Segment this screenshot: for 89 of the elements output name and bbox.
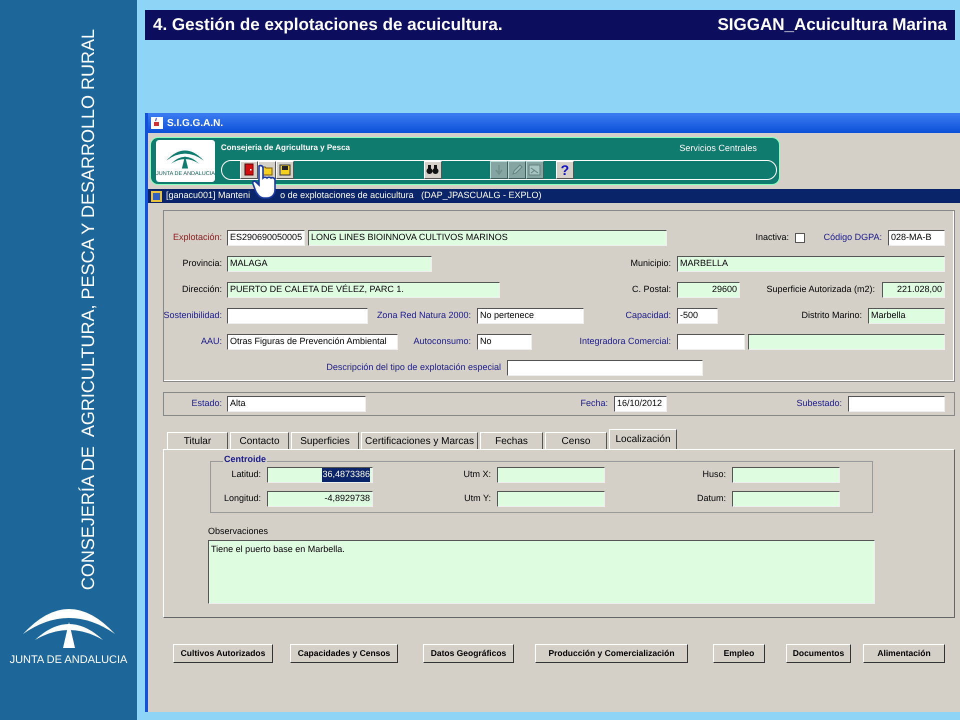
field-label: Huso: (702, 468, 726, 482)
input-field[interactable]: No pertenece (477, 308, 584, 324)
input-field[interactable]: Marbella (868, 308, 945, 324)
action-button[interactable]: Capacidades y Censos (290, 644, 398, 663)
action-button[interactable]: Producción y Comercialización (535, 644, 688, 663)
slide-title: 4. Gestión de explotaciones de acuicultura. (153, 14, 503, 36)
input-field[interactable] (748, 334, 945, 350)
tab[interactable]: Superficies (291, 432, 359, 449)
toolbar-button[interactable] (424, 160, 442, 179)
input-field[interactable]: -4,8929738 (267, 491, 373, 507)
save-icon (278, 164, 291, 176)
field-label: Municipio: (630, 257, 671, 270)
field-label: Datum: (696, 492, 726, 506)
input-field[interactable] (732, 467, 840, 483)
download-icon (494, 164, 504, 176)
group-title: Centroide (223, 455, 268, 464)
field-label: Longitud: (224, 492, 261, 506)
field-label: Utm Y: (464, 492, 491, 506)
slide-subtitle: SIGGAN_Acuicultura Marina (717, 14, 947, 36)
field-label: Autoconsumo: (413, 335, 471, 348)
field-label: Dirección: (182, 283, 222, 296)
exit-door-icon (242, 163, 255, 176)
input-field[interactable] (732, 491, 840, 507)
input-field[interactable]: 16/10/2012 (614, 396, 667, 412)
field-label: Estado: (191, 397, 222, 410)
form-title: o de explotaciones de acuicultura (DAP_JPASCUALG - EXPLO) (280, 189, 542, 202)
help-button[interactable]: ? (556, 160, 574, 179)
input-field[interactable]: 221.028,00 (882, 282, 945, 298)
input-field[interactable]: MALAGA (227, 256, 432, 272)
input-field[interactable] (507, 360, 703, 376)
action-button[interactable]: Datos Geográficos (423, 644, 514, 663)
notes-label: Observaciones (208, 525, 268, 538)
tab[interactable]: Contacto (230, 432, 289, 449)
action-button[interactable]: Alimentación (863, 644, 945, 663)
tab[interactable]: Censo (545, 432, 607, 449)
action-button[interactable]: Empleo (713, 644, 765, 663)
field-label: Descripción del tipo de explotación especial (326, 361, 501, 374)
input-field[interactable]: 36,4873386 (267, 467, 373, 483)
office-name: Servicios Centrales (679, 142, 757, 156)
input-field[interactable]: PUERTO DE CALETA DE VÉLEZ, PARC 1. (227, 282, 500, 298)
input-field[interactable] (497, 467, 605, 483)
field-label: Utm X: (463, 468, 491, 482)
field-label: Sostenibilidad: (163, 309, 222, 322)
field-label: Latitud: (231, 468, 261, 482)
document-icon (528, 164, 542, 176)
field-label: AAU: (200, 335, 222, 348)
field-label: Provincia: (182, 257, 222, 270)
action-button[interactable]: Documentos (786, 644, 851, 663)
tab[interactable]: Fechas (480, 432, 543, 449)
input-field[interactable]: -500 (677, 308, 718, 324)
input-field[interactable]: No (477, 334, 532, 350)
checkbox[interactable] (795, 233, 805, 243)
input-field[interactable] (497, 491, 605, 507)
notes-textarea[interactable]: Tiene el puerto base en Marbella. (208, 540, 875, 604)
input-field[interactable]: ES290690050005 (227, 230, 305, 246)
organization-name: Consejeria de Agricultura y Pesca (220, 142, 350, 154)
field-label: Superficie Autorizada (m2): (766, 283, 875, 296)
input-field[interactable] (677, 334, 745, 350)
input-field[interactable]: 29600 (677, 282, 740, 298)
field-label: Zona Red Natura 2000: (376, 309, 471, 322)
pencil-icon (510, 164, 523, 176)
tab[interactable]: Localización (609, 429, 677, 449)
field-label: Subestado: (796, 397, 842, 410)
window-title: S.I.G.G.A.N. (167, 116, 224, 130)
input-field[interactable]: LONG LINES BIOINNOVA CULTIVOS MARINOS (308, 230, 667, 246)
toolbar-button[interactable] (240, 160, 258, 179)
input-field[interactable]: Alta (227, 396, 366, 412)
field-label: Distrito Marino: (801, 309, 862, 322)
input-field[interactable] (227, 308, 368, 324)
binoculars-icon (426, 164, 440, 176)
form-icon (151, 190, 162, 202)
field-label: Código DGPA: (824, 231, 882, 244)
field-label: Capacidad: (625, 309, 671, 322)
input-field[interactable]: 028-MA-B (888, 230, 945, 246)
action-button[interactable]: Cultivos Autorizados (173, 644, 273, 663)
field-label: Integradora Comercial: (579, 335, 671, 348)
tab[interactable]: Certificaciones y Marcas (361, 432, 478, 449)
toolbar-button[interactable] (276, 160, 294, 179)
field-label: Inactiva: (755, 231, 789, 244)
input-field[interactable]: Otras Figuras de Prevención Ambiental (227, 334, 398, 350)
logo-text: JUNTA DE ANDALUCIA (10, 653, 128, 668)
input-field[interactable] (848, 396, 945, 412)
side-title: CONSEJERÍA DE AGRICULTURA, PESCA Y DESARROLLO RURAL (77, 29, 99, 591)
field-label: Fecha: (580, 397, 608, 410)
input-field[interactable]: MARBELLA (677, 256, 945, 272)
field-label: Explotación: (172, 231, 222, 244)
field-label: C. Postal: (632, 283, 671, 296)
tab[interactable]: Titular (167, 432, 228, 449)
form-title: [ganacu001] Manteni (166, 189, 250, 202)
